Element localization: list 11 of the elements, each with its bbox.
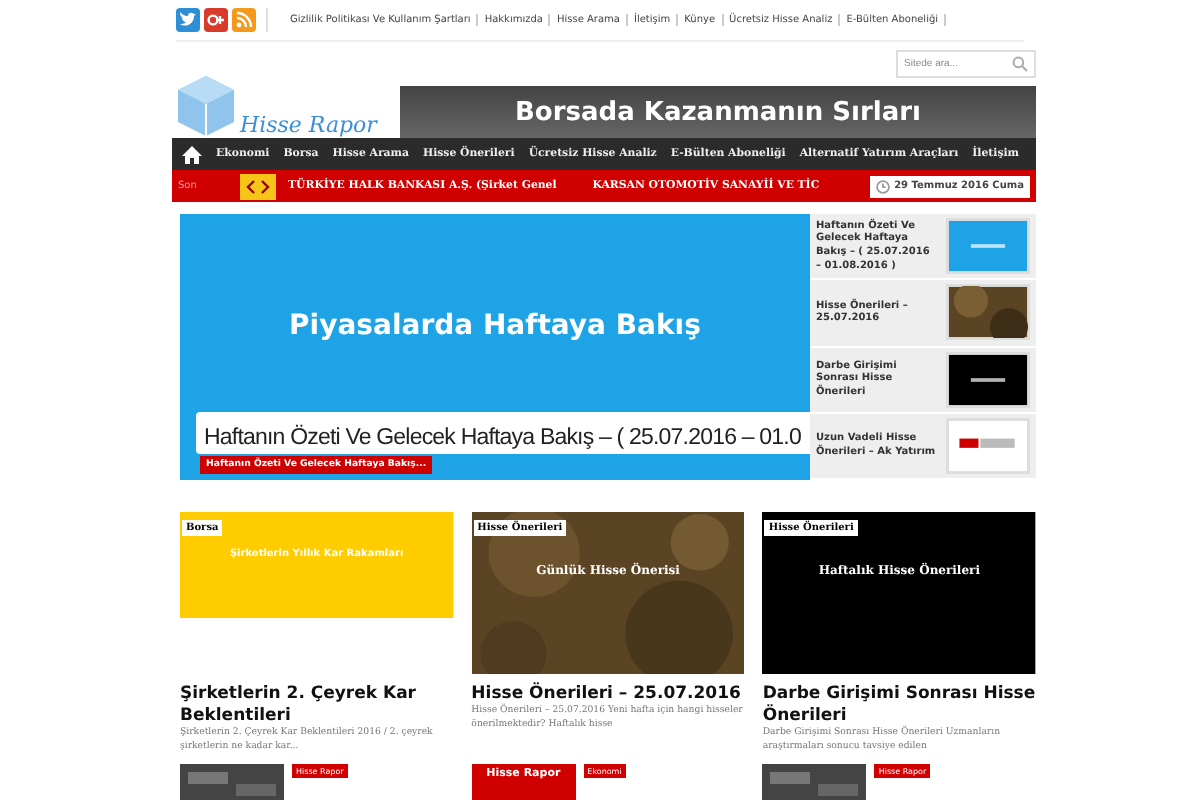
cube-icon	[176, 74, 236, 138]
google-plus-icon[interactable]	[204, 8, 228, 32]
twitter-icon[interactable]	[176, 8, 200, 32]
slide-title[interactable]: Haftanın Özeti Ve Gelecek Haftaya Bakış – ( 25.07.2016 – 01.0	[204, 426, 801, 450]
slide-image-text: Piyasalarda Haftaya Bakış	[289, 310, 701, 342]
article-title[interactable]: Şirketlerin 2. Çeyrek Kar Beklentileri	[180, 684, 454, 729]
banner-text: Borsada Kazanmanın Sırları	[515, 97, 921, 127]
article-title[interactable]: Hisse Önerileri – 25.07.2016	[471, 684, 745, 707]
clock-icon	[876, 179, 891, 193]
article-title[interactable]: Darbe Girişimi Sonrası Hisse Önerileri	[762, 684, 1037, 729]
home-icon[interactable]	[182, 145, 202, 163]
